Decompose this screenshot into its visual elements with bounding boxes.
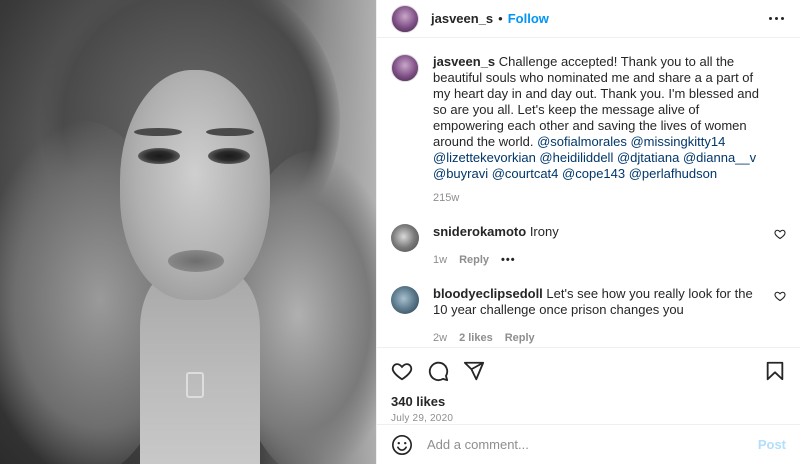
- caption-timestamp[interactable]: 215w: [433, 190, 459, 206]
- mention-link[interactable]: @perlafhudson: [629, 166, 717, 181]
- commenter-username[interactable]: bloodyeclipsedoll: [433, 286, 543, 301]
- comment-item: bloodyeclipsedoll Let's see how you real…: [391, 286, 786, 346]
- heart-icon[interactable]: [391, 360, 413, 382]
- separator-dot: •: [498, 11, 503, 26]
- comment-like-icon[interactable]: [774, 290, 786, 302]
- post-details-panel: jasveen_s • Follow jasveen_s Challenge a…: [376, 0, 800, 464]
- caption-avatar[interactable]: [391, 54, 419, 82]
- reply-button[interactable]: Reply: [459, 252, 489, 268]
- comment-text: Irony: [529, 224, 559, 239]
- comment-item: sniderokamoto Irony 1w Reply •••: [391, 224, 786, 268]
- comment-input[interactable]: [427, 437, 758, 452]
- emoji-icon[interactable]: [391, 434, 413, 456]
- comments-section: jasveen_s Challenge accepted! Thank you …: [377, 38, 800, 347]
- post-date: July 29, 2020: [391, 413, 454, 424]
- likes-count[interactable]: 340 likes: [391, 394, 786, 409]
- comment-timestamp[interactable]: 2w: [433, 330, 447, 346]
- more-options-icon[interactable]: [765, 13, 788, 24]
- post-actions: 340 likes July 29, 2020: [377, 347, 800, 424]
- post-comment-button[interactable]: Post: [758, 437, 786, 452]
- mention-link[interactable]: @cope143: [562, 166, 625, 181]
- mention-link[interactable]: @dianna__v: [683, 150, 756, 165]
- comment-like-icon[interactable]: [774, 228, 786, 240]
- caption-text: jasveen_s Challenge accepted! Thank you …: [433, 54, 768, 182]
- follow-button[interactable]: Follow: [508, 11, 549, 26]
- instagram-post: jasveen_s • Follow jasveen_s Challenge a…: [0, 0, 800, 464]
- add-comment-bar: Post: [377, 424, 800, 464]
- caption: jasveen_s Challenge accepted! Thank you …: [391, 54, 786, 206]
- commenter-avatar[interactable]: [391, 286, 419, 314]
- mention-link[interactable]: @sofialmorales: [537, 134, 627, 149]
- commenter-avatar[interactable]: [391, 224, 419, 252]
- comment-icon[interactable]: [427, 360, 449, 382]
- post-photo[interactable]: [0, 0, 376, 464]
- comment-timestamp[interactable]: 1w: [433, 252, 447, 268]
- reply-button[interactable]: Reply: [505, 330, 535, 346]
- caption-username[interactable]: jasveen_s: [433, 54, 495, 69]
- comment-options-icon[interactable]: •••: [501, 252, 516, 268]
- mention-link[interactable]: @missingkitty14: [630, 134, 725, 149]
- mention-link[interactable]: @lizettekevorkian: [433, 150, 536, 165]
- comment-likes-count[interactable]: 2 likes: [459, 330, 493, 346]
- author-username[interactable]: jasveen_s: [431, 11, 493, 26]
- share-icon[interactable]: [463, 360, 485, 382]
- post-header: jasveen_s • Follow: [377, 0, 800, 38]
- mention-link[interactable]: @heidiliddell: [539, 150, 613, 165]
- commenter-username[interactable]: sniderokamoto: [433, 224, 526, 239]
- author-avatar[interactable]: [391, 4, 419, 33]
- mention-link[interactable]: @djtatiana: [617, 150, 679, 165]
- mention-link[interactable]: @buyravi: [433, 166, 488, 181]
- mention-link[interactable]: @courtcat4: [492, 166, 559, 181]
- bookmark-icon[interactable]: [764, 360, 786, 382]
